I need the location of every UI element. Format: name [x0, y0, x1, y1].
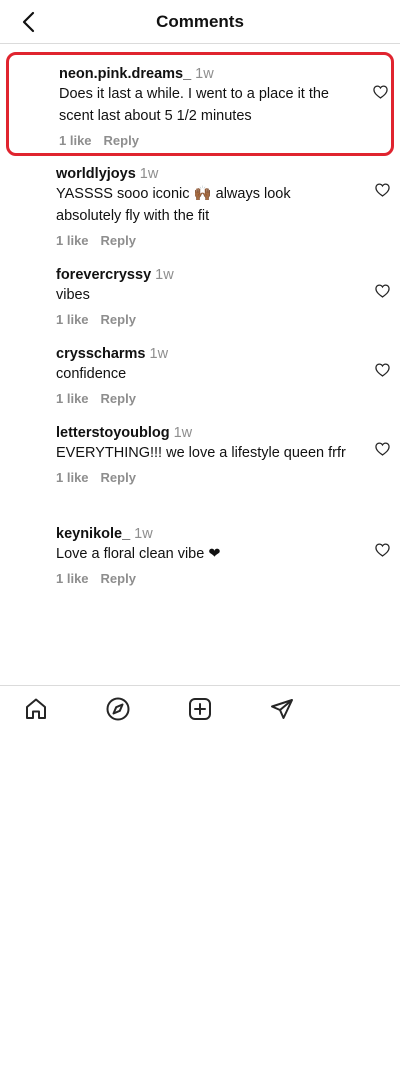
comment-meta: 1 like Reply	[56, 312, 354, 328]
reply-button[interactable]: Reply	[101, 470, 136, 485]
comment-likes[interactable]: 1 like	[56, 470, 89, 485]
comment-username[interactable]: forevercryssy	[56, 267, 151, 283]
heart-icon	[372, 85, 388, 99]
comment-meta: 1 like Reply	[56, 233, 354, 249]
comment-likes[interactable]: 1 like	[56, 571, 89, 586]
comment-header: crysscharms 1w	[56, 345, 354, 363]
add-post-icon	[189, 698, 211, 720]
like-button[interactable]	[374, 542, 390, 558]
comment-time: 1w	[134, 526, 153, 542]
reply-button[interactable]: Reply	[101, 571, 136, 586]
comment-time: 1w	[139, 166, 159, 182]
like-button[interactable]	[374, 441, 390, 457]
comment-likes[interactable]: 1 like	[56, 233, 89, 248]
heart-icon	[374, 442, 390, 456]
nav-home-button[interactable]	[23, 696, 49, 722]
header: Comments	[0, 0, 400, 44]
comment-text: Does it last a while. I went to a place …	[59, 86, 329, 124]
comment-item: neon.pink.dreams_ 1w Does it last a while…	[6, 52, 394, 156]
comment-likes[interactable]: 1 like	[56, 312, 89, 327]
comment-text: EVERYTHING!!! we love a lifestyle queen …	[56, 445, 346, 461]
nav-direct-button[interactable]	[269, 696, 295, 722]
like-button[interactable]	[374, 283, 390, 299]
comment-item: forevercryssy 1w vibes 1 like Reply	[0, 266, 400, 327]
nav-create-button[interactable]	[187, 696, 213, 722]
comments-list: neon.pink.dreams_ 1w Does it last a while…	[0, 52, 400, 586]
heart-icon	[374, 363, 390, 377]
like-button[interactable]	[374, 362, 390, 378]
like-button[interactable]	[374, 182, 390, 198]
comment-header: worldlyjoys 1w	[56, 165, 354, 183]
comment-meta: 1 like Reply	[59, 133, 351, 149]
comment-username[interactable]: neon.pink.dreams_	[59, 66, 191, 82]
comment-time: 1w	[173, 425, 193, 441]
comment-text: vibes	[56, 287, 90, 303]
home-icon	[26, 698, 46, 719]
reply-button[interactable]: Reply	[101, 233, 136, 248]
comment-time: 1w	[155, 267, 174, 283]
comment-username[interactable]: worldlyjoys	[56, 166, 136, 182]
reply-button[interactable]: Reply	[101, 391, 136, 406]
comment-meta: 1 like Reply	[56, 391, 354, 407]
comment-time: 1w	[195, 66, 214, 82]
comments-screen: Comments neon.pink.dreams_ 1w Does it las…	[0, 0, 400, 1080]
comment-meta: 1 like Reply	[56, 470, 354, 486]
comment-item: letterstoyoublog 1w EVERYTHING!!! we love…	[0, 424, 400, 504]
comment-time: 1w	[149, 346, 169, 362]
like-button[interactable]	[372, 84, 388, 100]
comment-header: keynikole_ 1w	[56, 525, 354, 543]
comment-header: neon.pink.dreams_ 1w	[59, 65, 351, 83]
comment-item: keynikole_ 1w Love a floral clean vibe ❤ …	[0, 525, 400, 586]
comment-item: crysscharms 1w confidence 1 like Reply	[0, 345, 400, 406]
comment-likes[interactable]: 1 like	[59, 133, 92, 148]
reply-button[interactable]: Reply	[104, 133, 139, 148]
bottom-nav	[0, 685, 400, 731]
comment-header: forevercryssy 1w	[56, 266, 354, 284]
comment-header: letterstoyoublog 1w	[56, 424, 354, 442]
comment-username[interactable]: keynikole_	[56, 526, 130, 542]
comment-text: YASSSS sooo iconic 🙌🏾 always look absolu…	[56, 186, 291, 224]
compass-icon	[106, 697, 130, 721]
comment-likes[interactable]: 1 like	[56, 391, 89, 406]
heart-icon	[374, 284, 390, 298]
heart-icon	[374, 183, 390, 197]
comment-meta: 1 like Reply	[56, 571, 354, 587]
comment-text: Love a floral clean vibe ❤	[56, 546, 221, 562]
comment-username[interactable]: letterstoyoublog	[56, 425, 170, 441]
comment-item: worldlyjoys 1w YASSSS sooo iconic 🙌🏾 alwa…	[0, 165, 400, 248]
comment-username[interactable]: crysscharms	[56, 346, 146, 362]
nav-explore-button[interactable]	[105, 696, 131, 722]
send-icon	[271, 699, 293, 719]
reply-button[interactable]: Reply	[101, 312, 136, 327]
page-title: Comments	[156, 12, 244, 31]
comment-text: confidence	[56, 366, 127, 382]
heart-icon	[374, 543, 390, 557]
